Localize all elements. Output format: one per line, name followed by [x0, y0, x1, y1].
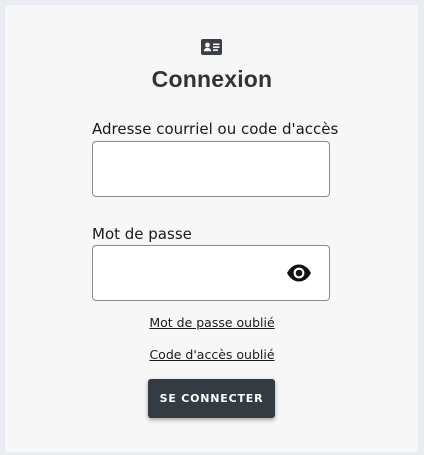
sign-in-button[interactable]: SE CONNECTER [148, 379, 275, 418]
email-field-box[interactable] [92, 141, 330, 197]
id-card-icon [201, 39, 222, 55]
email-field[interactable] [101, 142, 319, 196]
password-label: Mot de passe [92, 225, 192, 243]
forgot-access-code-link[interactable]: Code d'accès oublié [0, 347, 424, 362]
email-label: Adresse courriel ou code d'accès [92, 120, 339, 138]
eye-icon[interactable] [286, 264, 312, 282]
password-field[interactable] [101, 246, 281, 300]
page-title: Connexion [151, 66, 273, 92]
password-field-box[interactable] [92, 245, 330, 301]
forgot-password-link[interactable]: Mot de passe oublié [0, 315, 424, 330]
